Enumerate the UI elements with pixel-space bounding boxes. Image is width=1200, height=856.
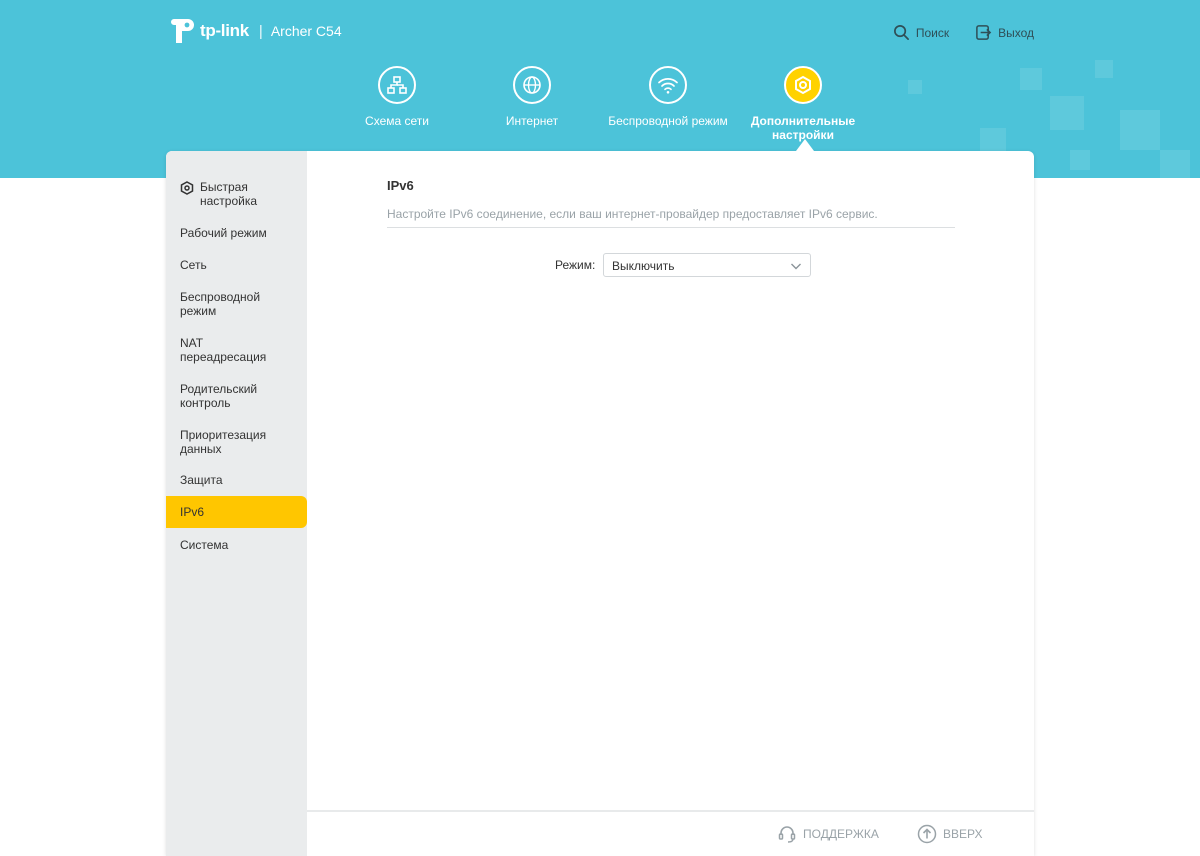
sidebar: Быстрая настройка Рабочий режим Сеть Бес… (166, 151, 307, 856)
sidebar-item-qos[interactable]: Приоритезация данных (166, 428, 307, 456)
nav-icon-circle (784, 66, 822, 104)
sidebar-item-label: Беспроводной режим (180, 290, 261, 318)
sidebar-item-parental-controls[interactable]: Родительский контроль (166, 382, 307, 410)
support-label: ПОДДЕРЖКА (803, 827, 879, 841)
sidebar-item-security[interactable]: Защита (166, 473, 307, 487)
sidebar-item-wireless[interactable]: Беспроводной режим (166, 290, 307, 318)
gear-icon (180, 181, 194, 195)
tplink-logo-icon (166, 16, 196, 46)
mode-select-value: Выключить (612, 259, 675, 273)
model-name: Archer C54 (270, 23, 342, 39)
sidebar-item-system[interactable]: Система (166, 538, 307, 552)
network-map-icon (387, 76, 407, 94)
back-to-top-button[interactable]: ВВЕРХ (917, 824, 982, 844)
footer-bar: ПОДДЕРЖКА ВВЕРХ (307, 810, 1034, 856)
arrow-up-icon (917, 824, 937, 844)
nav-label: Беспроводной режим (608, 114, 728, 128)
tplink-logo: tp-link | Archer C54 (166, 16, 342, 46)
logout-label: Выход (998, 25, 1034, 40)
nav-advanced[interactable]: Дополнительные настройки (733, 66, 873, 142)
chevron-down-icon (791, 263, 801, 270)
gear-icon (795, 75, 811, 95)
sidebar-item-label: Родительский контроль (180, 382, 258, 410)
top-label: ВВЕРХ (943, 827, 983, 841)
nav-network-map[interactable]: Схема сети (327, 66, 467, 128)
logout-button[interactable]: Выход (975, 24, 1034, 41)
page-title: IPv6 (387, 178, 414, 193)
search-label: Поиск (915, 25, 950, 40)
divider (387, 227, 955, 228)
main-nav: Схема сети Интернет Беспроводной режим Д… (0, 66, 1200, 156)
sidebar-item-label: Быстрая настройка (200, 180, 258, 208)
logout-icon (976, 25, 992, 40)
sidebar-item-label: Приоритезация данных (180, 428, 267, 456)
nav-label: Схема сети (365, 114, 429, 128)
sidebar-item-ipv6[interactable]: IPv6 (166, 496, 307, 528)
page-description: Настройте IPv6 соединение, если ваш инте… (387, 207, 878, 221)
sidebar-item-label: Сеть (180, 258, 207, 272)
mode-label: Режим: (555, 258, 596, 272)
sidebar-item-label: Система (180, 538, 229, 552)
nav-icon-circle (513, 66, 551, 104)
nav-label: Интернет (505, 114, 559, 128)
sidebar-item-label: Рабочий режим (180, 226, 267, 240)
headset-icon (778, 826, 796, 843)
search-button[interactable]: Поиск (893, 24, 949, 41)
globe-icon (523, 76, 541, 94)
sidebar-item-label: Защита (180, 473, 223, 487)
top-actions: Поиск Выход (893, 24, 1034, 41)
logo-separator: | (258, 22, 263, 40)
content-area: IPv6 Настройте IPv6 соединение, если ваш… (307, 151, 1034, 810)
nav-icon-circle (649, 66, 687, 104)
nav-wireless[interactable]: Беспроводной режим (598, 66, 738, 128)
search-icon (893, 25, 909, 40)
sidebar-item-nat-forwarding[interactable]: NAT переадресация (166, 336, 307, 364)
nav-label: Дополнительные настройки (750, 114, 856, 142)
sidebar-item-network[interactable]: Сеть (166, 258, 307, 272)
sidebar-item-label: IPv6 (180, 505, 205, 519)
wifi-icon (658, 78, 678, 94)
nav-internet[interactable]: Интернет (462, 66, 602, 128)
mode-select[interactable]: Выключить (603, 253, 811, 277)
sidebar-item-operation-mode[interactable]: Рабочий режим (166, 226, 307, 240)
support-button[interactable]: ПОДДЕРЖКА (777, 824, 879, 844)
main-panel: Быстрая настройка Рабочий режим Сеть Бес… (166, 151, 1034, 856)
sidebar-item-label: NAT переадресация (180, 336, 267, 364)
active-nav-pointer (796, 139, 814, 151)
nav-icon-circle (378, 66, 416, 104)
logo-text: tp-link (200, 21, 249, 40)
sidebar-item-quick-setup[interactable]: Быстрая настройка (166, 180, 307, 208)
